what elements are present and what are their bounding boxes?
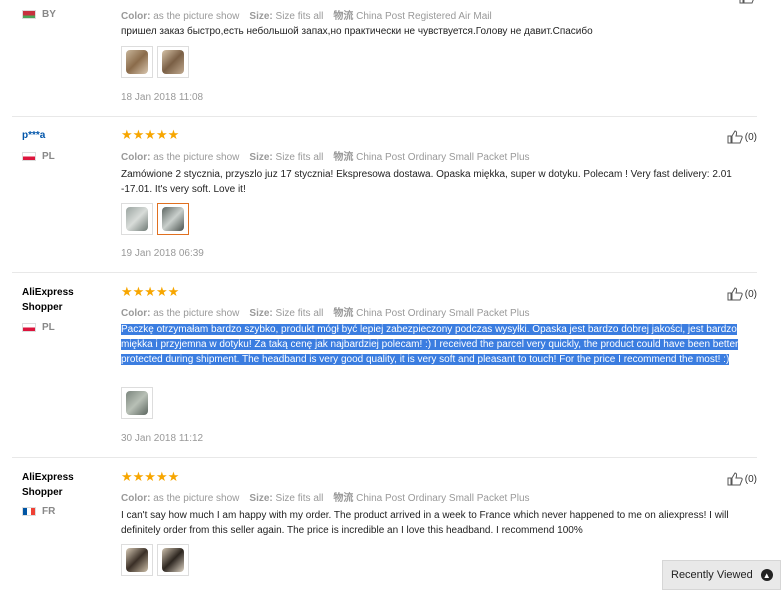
review-photos [121, 544, 189, 576]
reviewer-name: AliExpress Shopper [22, 285, 74, 315]
country-code: PL [42, 322, 55, 333]
color-value: as the picture show [153, 493, 240, 504]
review-text: I can't say how much I am happy with my … [121, 510, 729, 536]
thumbs-up-icon [739, 0, 754, 4]
divider [12, 457, 757, 458]
shipping-value: China Post Registered Air Mail [356, 11, 492, 22]
country-code: FR [42, 506, 56, 517]
shipping-value: China Post Ordinary Small Packet Plus [356, 308, 530, 319]
useful-count: (0) [744, 473, 757, 485]
star-rating: ★★★★★ [121, 127, 180, 142]
color-label: Color: [121, 11, 151, 22]
size-value: Size fits all [275, 152, 324, 163]
color-label: Color: [121, 308, 151, 319]
color-value: as the picture show [153, 308, 240, 319]
reviewer-name-line2: Shopper [22, 487, 63, 498]
color-value: as the picture show [153, 11, 240, 22]
reviewer-name-line2: Shopper [22, 302, 63, 313]
review-photo[interactable] [121, 387, 153, 419]
size-value: Size fits all [275, 308, 324, 319]
shipping-value: China Post Ordinary Small Packet Plus [356, 152, 530, 163]
useful-button[interactable]: (0) [727, 130, 757, 144]
useful-button[interactable]: (0) [727, 472, 757, 486]
reviewer-name: AliExpress Shopper [22, 470, 74, 500]
shipping-icon: 物流 [333, 308, 354, 319]
shipping-value: China Post Ordinary Small Packet Plus [356, 493, 530, 504]
review-photo[interactable] [157, 544, 189, 576]
review-photo[interactable] [157, 46, 189, 78]
country-code: PL [42, 151, 55, 162]
thumbs-up-icon [727, 287, 743, 301]
country: PL [22, 151, 55, 162]
thumbs-up-icon [727, 130, 743, 144]
country-code: BY [42, 9, 56, 20]
flag-icon [22, 323, 36, 332]
country: BY [22, 9, 56, 20]
review-photo[interactable] [121, 203, 153, 235]
reviewer-name-line1: AliExpress [22, 472, 74, 483]
useful-button[interactable] [739, 0, 757, 4]
size-label: Size: [249, 11, 273, 22]
useful-count: (0) [744, 288, 757, 300]
flag-icon [22, 152, 36, 161]
size-label: Size: [249, 308, 273, 319]
size-value: Size fits all [275, 493, 324, 504]
color-label: Color: [121, 493, 151, 504]
review-photo[interactable] [157, 203, 189, 235]
recently-viewed-label: Recently Viewed [671, 569, 753, 581]
review-date: 19 Jan 2018 06:39 [121, 248, 204, 259]
review-photos [121, 387, 153, 419]
country: PL [22, 322, 55, 333]
useful-button[interactable]: (0) [727, 287, 757, 301]
review-meta: Color: as the picture show Size: Size fit… [121, 7, 492, 22]
review-date: 18 Jan 2018 11:08 [121, 92, 204, 103]
review-meta: Color: as the picture show Size: Size fit… [121, 304, 530, 319]
shipping-icon: 物流 [333, 152, 354, 163]
review-date: 30 Jan 2018 11:12 [121, 433, 204, 444]
size-label: Size: [249, 493, 273, 504]
recently-viewed-button[interactable]: Recently Viewed ▲ [662, 560, 781, 590]
useful-count: (0) [744, 131, 757, 143]
review-meta: Color: as the picture show Size: Size fit… [121, 489, 530, 504]
color-value: as the picture show [153, 152, 240, 163]
shipping-icon: 物流 [333, 493, 354, 504]
size-value: Size fits all [275, 11, 324, 22]
review-photo[interactable] [121, 46, 153, 78]
review-text: Zamówione 2 stycznia, przyszlo juz 17 st… [121, 169, 732, 195]
star-rating: ★★★★★ [121, 284, 180, 299]
flag-icon [22, 507, 36, 516]
star-rating: ★★★★★ [121, 469, 180, 484]
flag-icon [22, 10, 36, 19]
review-photos [121, 46, 189, 78]
divider [12, 116, 757, 117]
shipping-icon: 物流 [333, 11, 354, 22]
divider [12, 272, 757, 273]
review-photos [121, 203, 189, 235]
review-text: Paczkę otrzymałam bardzo szybko, produkt… [121, 322, 761, 367]
color-label: Color: [121, 152, 151, 163]
size-label: Size: [249, 152, 273, 163]
chevron-up-icon: ▲ [760, 569, 773, 581]
country: FR [22, 506, 55, 517]
review-text: пришел заказ быстро,есть небольшой запах… [121, 26, 593, 37]
reviewer-name-line1: AliExpress [22, 287, 74, 298]
selected-text: Paczkę otrzymałam bardzo szybko, produkt… [121, 324, 739, 365]
thumbs-up-icon [727, 472, 743, 486]
reviewer-name[interactable]: p***a [22, 128, 45, 143]
review-meta: Color: as the picture show Size: Size fit… [121, 148, 530, 163]
review-photo[interactable] [121, 544, 153, 576]
